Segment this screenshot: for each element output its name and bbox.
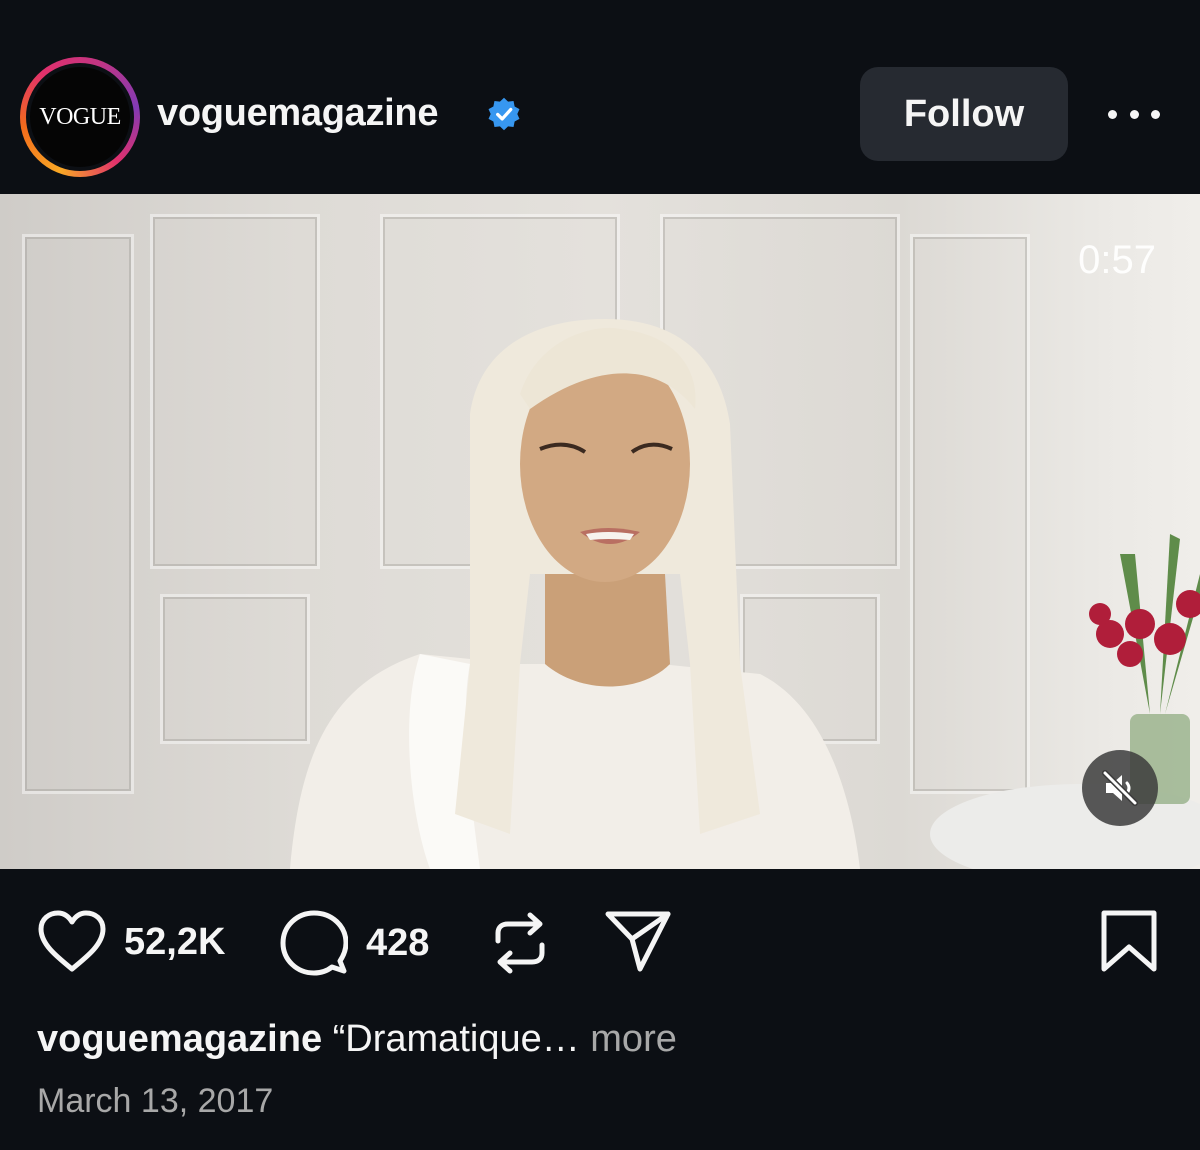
video-player[interactable]: 0:57 — [0, 194, 1200, 869]
dot — [1108, 109, 1117, 119]
caption-username[interactable]: voguemagazine — [37, 1018, 322, 1060]
video-duration: 0:57 — [1078, 238, 1156, 282]
mute-button[interactable] — [1082, 750, 1158, 826]
verified-badge-icon — [488, 97, 520, 131]
avatar[interactable]: VOGUE — [26, 63, 134, 171]
dot — [1151, 109, 1160, 119]
comment-icon — [280, 910, 348, 976]
like-count[interactable]: 52,2K — [124, 921, 225, 964]
caption-more-link[interactable]: more — [590, 1018, 677, 1060]
like-button[interactable]: 52,2K — [36, 909, 225, 975]
username[interactable]: voguemagazine — [157, 92, 438, 135]
repost-icon — [495, 912, 545, 974]
comment-count[interactable]: 428 — [366, 922, 429, 965]
follow-button-label: Follow — [903, 92, 1025, 135]
follow-button[interactable]: Follow — [860, 67, 1068, 161]
repost-button[interactable] — [490, 911, 550, 975]
save-button[interactable] — [1100, 909, 1158, 973]
action-bar: 52,2K 428 — [0, 869, 1200, 1019]
avatar-logo-text: VOGUE — [39, 103, 121, 130]
share-button[interactable] — [604, 909, 672, 975]
speaker-muted-icon — [1102, 770, 1138, 806]
heart-icon — [38, 910, 106, 972]
caption-text: “Dramatique… — [332, 1018, 580, 1060]
bookmark-icon — [1101, 910, 1157, 972]
send-icon — [605, 911, 671, 972]
video-frame-art — [290, 319, 1200, 869]
post-header: VOGUE voguemagazine Follow — [0, 0, 1200, 194]
post-caption: voguemagazine “Dramatique… more — [37, 1018, 677, 1061]
comment-button[interactable]: 428 — [280, 909, 429, 977]
dot — [1129, 109, 1139, 119]
avatar-story-ring[interactable]: VOGUE — [20, 57, 140, 177]
post-date: March 13, 2017 — [37, 1082, 274, 1120]
more-options-icon[interactable] — [1104, 96, 1164, 132]
